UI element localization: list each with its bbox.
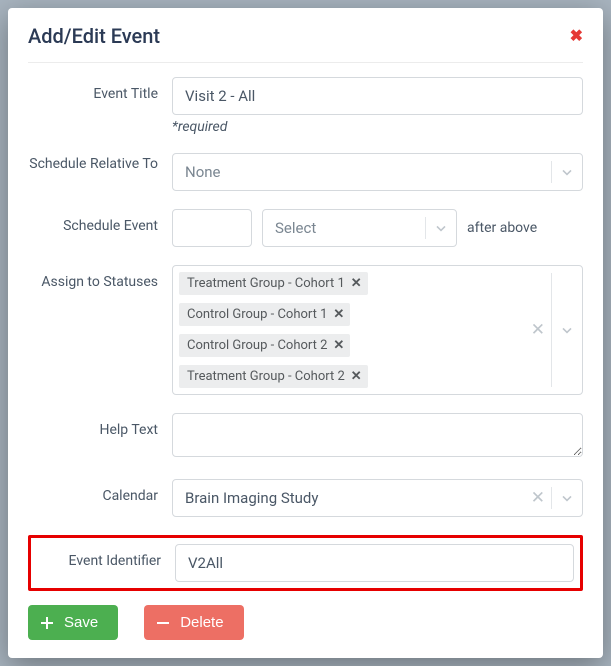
assign-statuses-multiselect[interactable]: Treatment Group - Cohort 1 ✕ Control Gro… bbox=[172, 265, 583, 395]
status-tag: Control Group - Cohort 2 ✕ bbox=[179, 334, 350, 357]
field-assign-statuses: Assign to Statuses Treatment Group - Coh… bbox=[28, 265, 583, 395]
save-button[interactable]: Save bbox=[28, 605, 118, 640]
label-assign-statuses: Assign to Statuses bbox=[28, 265, 172, 395]
modal-header: Add/Edit Event ✖ bbox=[8, 8, 603, 62]
chevron-down-icon bbox=[552, 490, 582, 506]
add-edit-event-modal: Add/Edit Event ✖ Event Title *required S… bbox=[8, 8, 603, 658]
status-tag: Treatment Group - Cohort 1 ✕ bbox=[179, 272, 368, 295]
field-event-title: Event Title *required bbox=[28, 77, 583, 135]
field-calendar: Calendar Brain Imaging Study ✕ bbox=[28, 479, 583, 517]
delete-button-label: Delete bbox=[180, 614, 223, 631]
status-tag: Control Group - Cohort 1 ✕ bbox=[179, 303, 350, 326]
calendar-value: Brain Imaging Study bbox=[173, 481, 525, 515]
label-event-title: Event Title bbox=[28, 77, 172, 135]
field-schedule-event: Schedule Event Select after above bbox=[28, 209, 583, 247]
label-schedule-relative: Schedule Relative To bbox=[28, 153, 172, 191]
chevron-down-icon bbox=[552, 322, 582, 338]
label-event-identifier: Event Identifier bbox=[37, 544, 175, 582]
event-title-input[interactable] bbox=[172, 77, 583, 115]
label-schedule-event: Schedule Event bbox=[28, 209, 172, 247]
calendar-select[interactable]: Brain Imaging Study ✕ bbox=[172, 479, 583, 517]
event-identifier-highlight: Event Identifier bbox=[28, 535, 583, 591]
required-note: *required bbox=[172, 119, 583, 135]
remove-tag-icon[interactable]: ✕ bbox=[333, 307, 344, 322]
delete-button[interactable]: Delete bbox=[144, 605, 243, 640]
field-event-identifier: Event Identifier bbox=[37, 544, 574, 582]
modal-footer: Save Delete bbox=[8, 591, 603, 658]
clear-calendar-icon[interactable]: ✕ bbox=[525, 488, 551, 508]
status-tag-label: Control Group - Cohort 1 bbox=[187, 307, 327, 322]
event-identifier-input[interactable] bbox=[175, 544, 574, 582]
status-tag-label: Treatment Group - Cohort 1 bbox=[187, 276, 345, 291]
remove-tag-icon[interactable]: ✕ bbox=[351, 369, 362, 384]
modal-title: Add/Edit Event bbox=[28, 24, 160, 48]
field-help-text: Help Text bbox=[28, 413, 583, 461]
status-tag-label: Control Group - Cohort 2 bbox=[187, 338, 327, 353]
schedule-event-number-input[interactable] bbox=[172, 209, 252, 247]
minus-icon bbox=[156, 616, 170, 630]
label-calendar: Calendar bbox=[28, 479, 172, 517]
schedule-event-unit-placeholder: Select bbox=[263, 211, 425, 245]
label-help-text: Help Text bbox=[28, 413, 172, 461]
status-tag-label: Treatment Group - Cohort 2 bbox=[187, 369, 345, 384]
modal-body: Event Title *required Schedule Relative … bbox=[8, 63, 603, 591]
close-icon[interactable]: ✖ bbox=[570, 28, 583, 44]
chevron-down-icon bbox=[426, 220, 456, 236]
clear-all-icon[interactable]: ✕ bbox=[525, 320, 551, 340]
save-button-label: Save bbox=[64, 614, 98, 631]
tags-area: Treatment Group - Cohort 1 ✕ Control Gro… bbox=[173, 266, 525, 394]
field-schedule-relative: Schedule Relative To None bbox=[28, 153, 583, 191]
status-tag: Treatment Group - Cohort 2 ✕ bbox=[179, 365, 368, 388]
schedule-relative-value: None bbox=[173, 155, 551, 189]
schedule-event-unit-select[interactable]: Select bbox=[262, 209, 457, 247]
help-text-textarea[interactable] bbox=[172, 413, 583, 457]
plus-icon bbox=[40, 616, 54, 630]
remove-tag-icon[interactable]: ✕ bbox=[351, 276, 362, 291]
chevron-down-icon bbox=[552, 164, 582, 180]
after-above-text: after above bbox=[467, 220, 537, 236]
schedule-relative-select[interactable]: None bbox=[172, 153, 583, 191]
remove-tag-icon[interactable]: ✕ bbox=[333, 338, 344, 353]
